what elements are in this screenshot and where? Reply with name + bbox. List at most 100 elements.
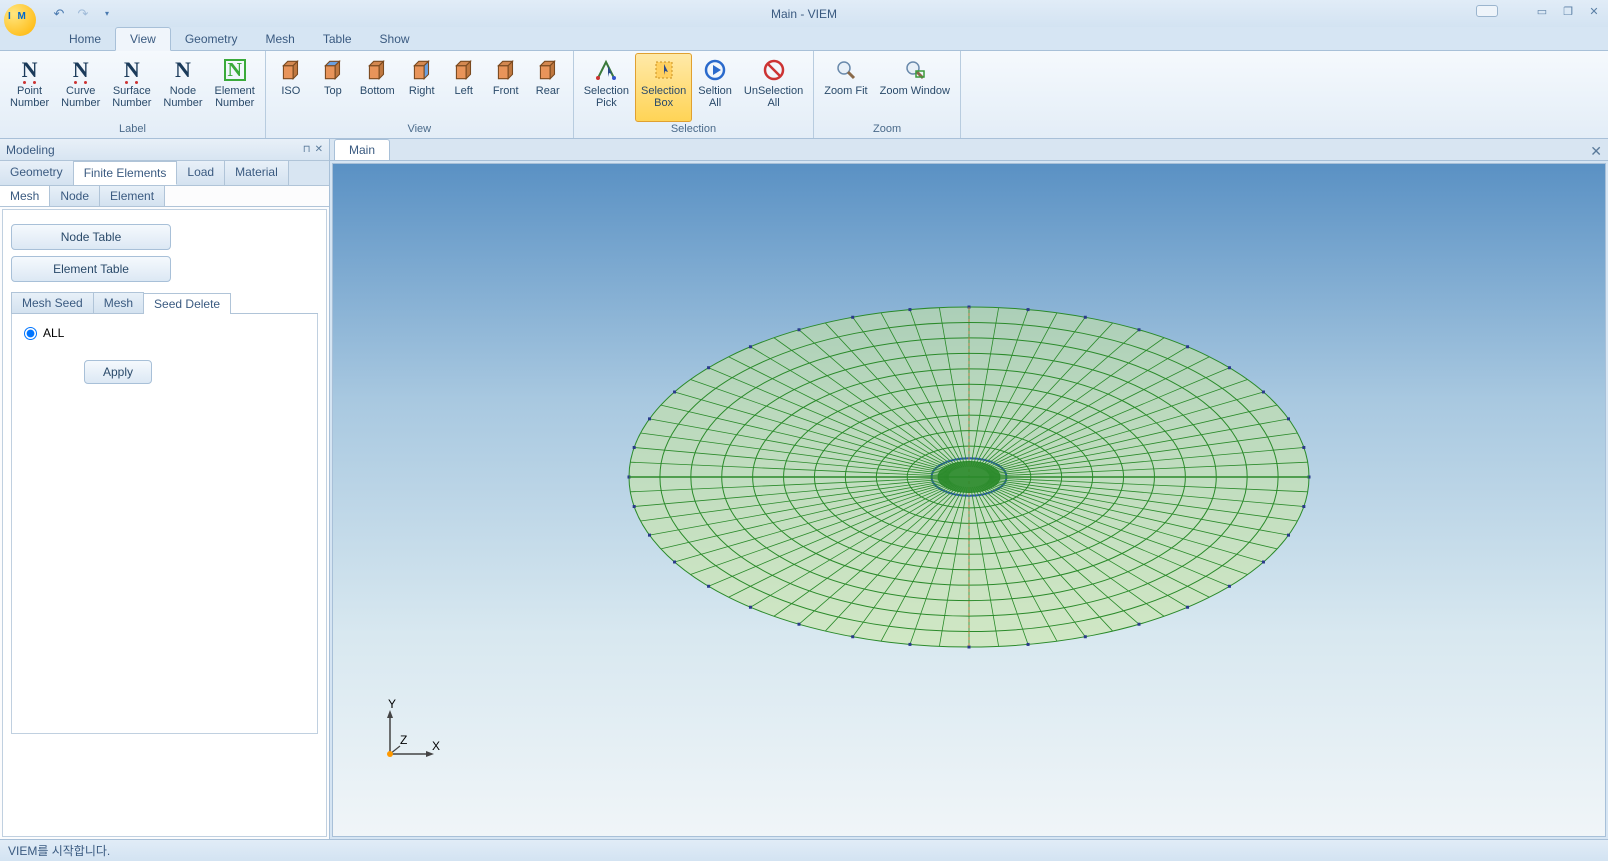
viewport-canvas[interactable]: Y X Z — [332, 163, 1606, 837]
quick-access-toolbar: ↶ ↷ ▾ — [50, 5, 116, 23]
menu-tabs: HomeViewGeometryMeshTableShow — [0, 27, 1608, 51]
n-icon: N — [17, 57, 43, 83]
ribbon-curve-number[interactable]: NCurve Number — [55, 53, 106, 122]
ribbon-element-number[interactable]: NElement Number — [209, 53, 261, 122]
ribbon-selection-pick[interactable]: Selection Pick — [578, 53, 635, 122]
subtab1-geometry[interactable]: Geometry — [0, 161, 74, 185]
menutab-table[interactable]: Table — [309, 28, 366, 50]
panel-button-element-table[interactable]: Element Table — [11, 256, 171, 282]
cube-icon — [278, 57, 304, 83]
window-title: Main - VIEM — [771, 7, 837, 21]
ribbon-label: Point Number — [10, 85, 49, 109]
menutab-mesh[interactable]: Mesh — [252, 28, 309, 50]
ribbon-seltion-all[interactable]: Seltion All — [692, 53, 738, 122]
panel-title: Modeling — [6, 143, 55, 157]
menutab-view[interactable]: View — [115, 27, 171, 51]
ribbon-zoom-fit[interactable]: Zoom Fit — [818, 53, 873, 122]
ribbon-label: Right — [409, 85, 435, 97]
all-radio[interactable] — [24, 327, 37, 340]
ribbon-bottom[interactable]: Bottom — [354, 53, 401, 122]
all-radio-label: ALL — [43, 326, 64, 340]
svg-text:X: X — [432, 739, 440, 753]
ribbon-label: ISO — [281, 85, 300, 97]
ribbon-node-number[interactable]: NNode Number — [157, 53, 208, 122]
ribbon-left[interactable]: Left — [443, 53, 485, 122]
ribbon-iso[interactable]: ISO — [270, 53, 312, 122]
titlebar: ↶ ↷ ▾ Main - VIEM ▭ ❐ ✕ — [0, 0, 1608, 27]
viewport-tab-main[interactable]: Main — [334, 139, 390, 160]
seed-delete-body: ALL Apply — [11, 314, 318, 734]
subtab2-element[interactable]: Element — [100, 186, 165, 206]
cube-icon — [535, 57, 561, 83]
cube-icon — [409, 57, 435, 83]
subtab3-mesh-seed[interactable]: Mesh Seed — [11, 292, 94, 313]
close-icon[interactable]: ✕ — [1586, 4, 1602, 18]
panel-tabs-level2: MeshNodeElement — [0, 186, 329, 207]
menutab-geometry[interactable]: Geometry — [171, 28, 252, 50]
selection-icon — [761, 57, 787, 83]
ribbon-label: Rear — [536, 85, 560, 97]
cube-icon — [320, 57, 346, 83]
panel-header: Modeling ⊓ ✕ — [0, 139, 329, 161]
ribbon-label: Curve Number — [61, 85, 100, 109]
qat-dropdown-icon[interactable]: ▾ — [98, 5, 116, 23]
redo-icon[interactable]: ↷ — [74, 5, 92, 23]
subtab2-node[interactable]: Node — [50, 186, 100, 206]
ribbon-label: Selection Pick — [584, 85, 629, 109]
ribbon-label: Selection Box — [641, 85, 686, 109]
menutab-home[interactable]: Home — [55, 28, 115, 50]
viewport-close-icon[interactable]: ✕ — [1590, 143, 1602, 160]
n-icon: N — [68, 57, 94, 83]
ribbon-group-label: Label — [4, 122, 261, 136]
cube-icon — [364, 57, 390, 83]
app-logo[interactable] — [0, 0, 40, 27]
ribbon-surface-number[interactable]: NSurface Number — [106, 53, 157, 122]
mesh-render — [589, 277, 1349, 697]
ribbon: NPoint NumberNCurve NumberNSurface Numbe… — [0, 51, 1608, 139]
ribbon-label: Left — [455, 85, 473, 97]
ribbon-label: Zoom Fit — [824, 85, 867, 97]
subtab1-material[interactable]: Material — [225, 161, 289, 185]
ribbon-label: Top — [324, 85, 342, 97]
apply-button[interactable]: Apply — [84, 360, 152, 384]
minimize-icon[interactable]: ▭ — [1534, 4, 1550, 18]
subtab3-mesh[interactable]: Mesh — [93, 292, 144, 313]
maximize-icon[interactable]: ❐ — [1560, 4, 1576, 18]
svg-text:Z: Z — [400, 733, 407, 747]
panel-body: Node Table Element Table Mesh SeedMeshSee… — [2, 209, 327, 837]
ribbon-label: Surface Number — [112, 85, 151, 109]
zoom-icon — [902, 57, 928, 83]
ribbon-point-number[interactable]: NPoint Number — [4, 53, 55, 122]
help-indicator-icon[interactable] — [1476, 5, 1498, 17]
undo-icon[interactable]: ↶ — [50, 5, 68, 23]
subtab3-seed-delete[interactable]: Seed Delete — [143, 293, 231, 314]
panel-tabs-level1: GeometryFinite ElementsLoadMaterial — [0, 161, 329, 186]
ribbon-right[interactable]: Right — [401, 53, 443, 122]
menutab-show[interactable]: Show — [366, 28, 424, 50]
selection-icon — [651, 57, 677, 83]
viewport-tabs: Main ✕ — [330, 139, 1608, 161]
ribbon-label: Seltion All — [698, 85, 732, 109]
viewport-area: Main ✕ Y X Z — [330, 139, 1608, 839]
subtab2-mesh[interactable]: Mesh — [0, 186, 50, 206]
cube-icon — [493, 57, 519, 83]
zoom-icon — [833, 57, 859, 83]
panel-close-icon[interactable]: ✕ — [315, 144, 323, 155]
pin-icon[interactable]: ⊓ — [303, 144, 311, 155]
ribbon-rear[interactable]: Rear — [527, 53, 569, 122]
n-icon: N — [170, 57, 196, 83]
subtab1-finite-elements[interactable]: Finite Elements — [74, 161, 178, 185]
ribbon-unselection-all[interactable]: UnSelection All — [738, 53, 809, 122]
ribbon-zoom-window[interactable]: Zoom Window — [874, 53, 956, 122]
ribbon-label: Zoom Window — [880, 85, 950, 97]
ribbon-top[interactable]: Top — [312, 53, 354, 122]
ribbon-selection-box[interactable]: Selection Box — [635, 53, 692, 122]
ribbon-label: Element Number — [215, 85, 255, 109]
ribbon-label: Bottom — [360, 85, 395, 97]
svg-text:Y: Y — [388, 697, 396, 711]
ribbon-front[interactable]: Front — [485, 53, 527, 122]
subtab1-load[interactable]: Load — [177, 161, 225, 185]
panel-button-node-table[interactable]: Node Table — [11, 224, 171, 250]
status-text: VIEM를 시작합니다. — [8, 842, 110, 859]
selection-icon — [702, 57, 728, 83]
